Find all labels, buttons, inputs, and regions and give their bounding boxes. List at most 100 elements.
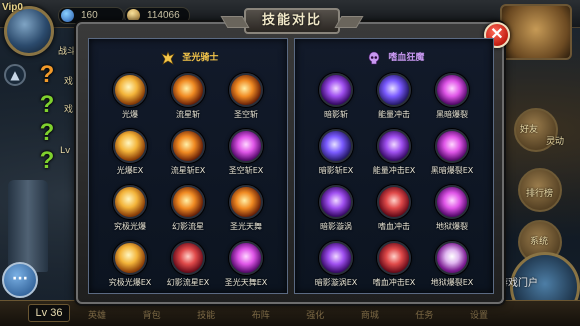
side-hint-3: 戏	[64, 105, 74, 115]
skill-label: 流星斩	[176, 110, 200, 119]
quest-question-icon[interactable]: ?	[34, 62, 60, 88]
right-hint-2: 灵动	[546, 137, 565, 147]
gold-value: 114066	[147, 10, 180, 21]
skill-orb-icon	[319, 129, 353, 163]
skill-compare-dialog: 技能对比 ✕ 圣光骑士 光爆 流星斩 圣空斩 光爆EX 流星斩EX 圣空斩EX 究极光爆 幻影…	[76, 8, 510, 304]
skill-item[interactable]: 地狱爆裂EX	[423, 241, 481, 291]
skill-item[interactable]: 嗜血冲击	[365, 185, 423, 235]
skill-label: 暗影漩涡EX	[314, 278, 358, 287]
skill-orb-icon	[377, 129, 411, 163]
right-hint-4: 系统	[530, 237, 549, 247]
skill-orb-icon	[435, 129, 469, 163]
bottom-tab[interactable]: 设置	[470, 308, 488, 322]
side-hint-4: Lv	[60, 146, 71, 156]
skill-orb-icon	[171, 185, 205, 219]
skill-orb-icon	[171, 241, 205, 275]
skill-item[interactable]: 暗影漩涡	[307, 185, 365, 235]
skill-label: 幻影流星EX	[166, 278, 210, 287]
skill-item[interactable]: 流星斩EX	[159, 129, 217, 179]
skill-orb-icon	[435, 241, 469, 275]
skill-label: 幻影流星	[172, 222, 204, 231]
skill-label: 暗影斩EX	[318, 166, 354, 175]
skill-orb-icon	[171, 129, 205, 163]
quest-question-icon[interactable]: ?	[34, 120, 60, 146]
skill-item[interactable]: 幻影流星EX	[159, 241, 217, 291]
skill-item[interactable]: 幻影流星	[159, 185, 217, 235]
skill-label: 嗜血冲击	[378, 222, 410, 231]
skill-orb-icon	[377, 241, 411, 275]
paladin-emblem-icon	[160, 51, 175, 65]
skill-label: 地狱爆裂EX	[430, 278, 474, 287]
skill-label: 究极光爆EX	[108, 278, 152, 287]
class-name: 圣光骑士	[182, 53, 219, 63]
skill-label: 光爆EX	[116, 166, 144, 175]
collapse-arrow-icon[interactable]: ▲	[4, 64, 26, 86]
player-level: Lv 36	[28, 304, 70, 322]
bottom-tab[interactable]: 布阵	[252, 308, 270, 322]
skill-orb-icon	[113, 185, 147, 219]
bottom-tab[interactable]: 背包	[143, 308, 161, 322]
skill-orb-icon	[319, 241, 353, 275]
skill-item[interactable]: 究极光爆	[101, 185, 159, 235]
bottom-tabs: 英雄 背包 技能 布阵 强化 商城 任务 设置	[88, 308, 488, 322]
skill-label: 圣光天舞	[230, 222, 262, 231]
skill-item[interactable]: 暗影斩EX	[307, 129, 365, 179]
skill-item[interactable]: 地狱爆裂	[423, 185, 481, 235]
skill-orb-icon	[171, 73, 205, 107]
skill-item[interactable]: 圣空斩EX	[217, 129, 275, 179]
skill-item[interactable]: 黑暗爆裂	[423, 73, 481, 123]
bottom-tab[interactable]: 商城	[361, 308, 379, 322]
skill-orb-icon	[319, 73, 353, 107]
quest-question-icon[interactable]: ?	[34, 92, 60, 118]
class-panel-paladin: 圣光骑士 光爆 流星斩 圣空斩光爆EX 流星斩EX 圣空斩EX 究极光爆 幻影流星 圣光天舞究…	[88, 38, 288, 294]
skill-grid: 暗影斩 能量冲击 黑暗爆裂 暗影斩EX 能量冲击EX 黑暗爆裂EX 暗影漩涡 嗜血冲击 地狱爆裂…	[307, 73, 483, 291]
skill-item[interactable]: 光爆	[101, 73, 159, 123]
dialog-title: 技能对比	[244, 8, 340, 34]
bottom-tab[interactable]: 技能	[197, 308, 215, 322]
skill-label: 暗影斩	[324, 110, 348, 119]
hero-avatar[interactable]	[4, 6, 54, 56]
skill-item[interactable]: 流星斩	[159, 73, 217, 123]
skill-item[interactable]: 圣空斩	[217, 73, 275, 123]
skill-item[interactable]: 究极光爆EX	[101, 241, 159, 291]
bottom-tab[interactable]: 任务	[415, 308, 433, 322]
stone-pillar	[8, 180, 48, 272]
quest-question-icon[interactable]: ?	[34, 148, 60, 174]
chat-bubble-icon[interactable]: ···	[2, 262, 38, 298]
skill-grid: 光爆 流星斩 圣空斩光爆EX 流星斩EX 圣空斩EX 究极光爆 幻影流星 圣光天舞究极光爆EX…	[101, 73, 277, 291]
skill-item[interactable]: 能量冲击	[365, 73, 423, 123]
map-menu-button[interactable]	[500, 4, 572, 60]
skill-item[interactable]: 能量冲击EX	[365, 129, 423, 179]
skill-label: 圣光天舞EX	[224, 278, 268, 287]
skill-label: 暗影漩涡	[320, 222, 352, 231]
bottom-tab[interactable]: 强化	[306, 308, 324, 322]
skill-label: 嗜血冲击EX	[372, 278, 416, 287]
bottom-tab[interactable]: 英雄	[88, 308, 106, 322]
skill-item[interactable]: 嗜血冲击EX	[365, 241, 423, 291]
side-hint-1: 战斗	[58, 47, 77, 57]
skill-item[interactable]: 暗影漩涡EX	[307, 241, 365, 291]
skill-item[interactable]: 黑暗爆裂EX	[423, 129, 481, 179]
skill-orb-icon	[113, 241, 147, 275]
side-hint-2: 戏	[64, 77, 74, 87]
gem-icon	[61, 9, 74, 22]
skill-label: 能量冲击	[378, 110, 410, 119]
skill-label: 能量冲击EX	[372, 166, 416, 175]
skill-orb-icon	[435, 185, 469, 219]
skill-item[interactable]: 光爆EX	[101, 129, 159, 179]
skill-orb-icon	[435, 73, 469, 107]
skill-item[interactable]: 圣光天舞	[217, 185, 275, 235]
right-hint-3: 排行榜	[526, 189, 554, 199]
skill-label: 地狱爆裂	[436, 222, 468, 231]
skill-label: 圣空斩EX	[228, 166, 264, 175]
skill-label: 究极光爆	[114, 222, 146, 231]
berserker-emblem-icon	[368, 51, 379, 65]
skill-label: 光爆	[122, 110, 138, 119]
gold-coin-icon	[127, 9, 140, 22]
skill-item[interactable]: 暗影斩	[307, 73, 365, 123]
gem-value: 160	[81, 10, 98, 21]
skill-orb-icon	[229, 185, 263, 219]
class-name: 嗜血狂魔	[388, 53, 425, 63]
vip-label: Vip0	[2, 2, 23, 13]
skill-item[interactable]: 圣光天舞EX	[217, 241, 275, 291]
